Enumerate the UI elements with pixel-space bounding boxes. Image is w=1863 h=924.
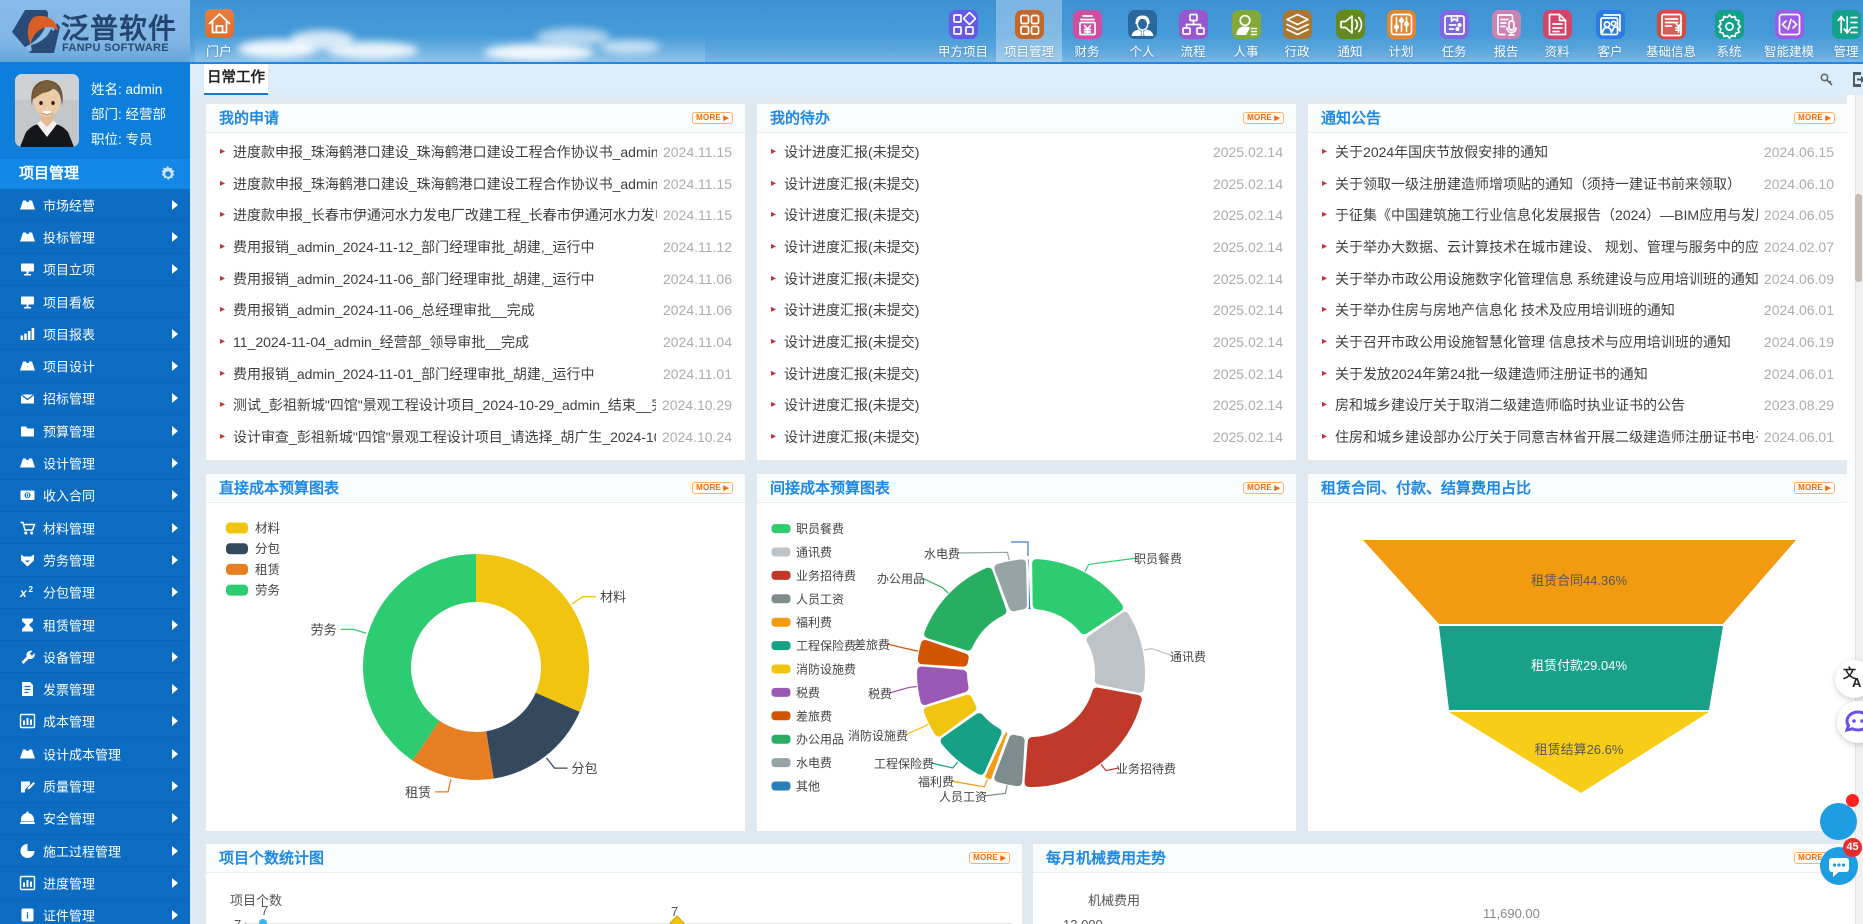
- svg-text:人员工资: 人员工资: [796, 592, 844, 606]
- svg-text:职员餐费: 职员餐费: [796, 521, 844, 536]
- svg-text:2: 2: [29, 585, 34, 594]
- svg-text:租赁合同44.36%: 租赁合同44.36%: [1531, 573, 1628, 588]
- svg-text:劳务: 劳务: [255, 583, 280, 598]
- svg-text:材料: 材料: [255, 522, 281, 536]
- svg-text:劳务: 劳务: [311, 622, 337, 637]
- svg-text:税费: 税费: [868, 687, 892, 701]
- svg-text:分包: 分包: [572, 761, 598, 776]
- svg-text:消防设施费: 消防设施费: [848, 728, 908, 743]
- svg-text:办公用品: 办公用品: [877, 571, 925, 586]
- svg-text:消防设施费: 消防设施费: [796, 662, 856, 677]
- svg-text:租赁: 租赁: [405, 785, 431, 800]
- svg-text:0: 0: [26, 493, 30, 500]
- svg-text:水电费: 水电费: [796, 756, 832, 770]
- svg-text:x: x: [19, 586, 28, 600]
- svg-text:通讯费: 通讯费: [796, 546, 832, 560]
- svg-text:A: A: [1852, 675, 1862, 690]
- svg-text:职员餐费: 职员餐费: [1134, 551, 1182, 566]
- svg-text:租赁: 租赁: [255, 563, 280, 577]
- svg-text:分包: 分包: [255, 542, 280, 556]
- svg-text:办公用品: 办公用品: [796, 732, 844, 747]
- svg-text:业务招待费: 业务招待费: [1116, 761, 1176, 776]
- svg-text:租赁结算26.6%: 租赁结算26.6%: [1535, 742, 1624, 757]
- svg-text:工程保险费: 工程保险费: [796, 638, 856, 653]
- svg-text:i: i: [26, 911, 29, 921]
- svg-text:通讯费: 通讯费: [1170, 650, 1206, 664]
- svg-text:材料: 材料: [600, 590, 626, 605]
- svg-text:福利费: 福利费: [918, 774, 954, 789]
- svg-text:福利费: 福利费: [796, 615, 832, 630]
- svg-text:其他: 其他: [796, 780, 820, 794]
- svg-text:差旅费: 差旅费: [796, 709, 832, 723]
- svg-text:租赁付款29.04%: 租赁付款29.04%: [1531, 658, 1628, 673]
- svg-text:税费: 税费: [796, 686, 820, 700]
- svg-text:人员工资: 人员工资: [939, 790, 987, 804]
- svg-text:水电费: 水电费: [924, 547, 960, 561]
- svg-text:业务招待费: 业务招待费: [796, 568, 856, 583]
- svg-text:差旅费: 差旅费: [854, 638, 890, 652]
- svg-text:工程保险费: 工程保险费: [874, 756, 934, 771]
